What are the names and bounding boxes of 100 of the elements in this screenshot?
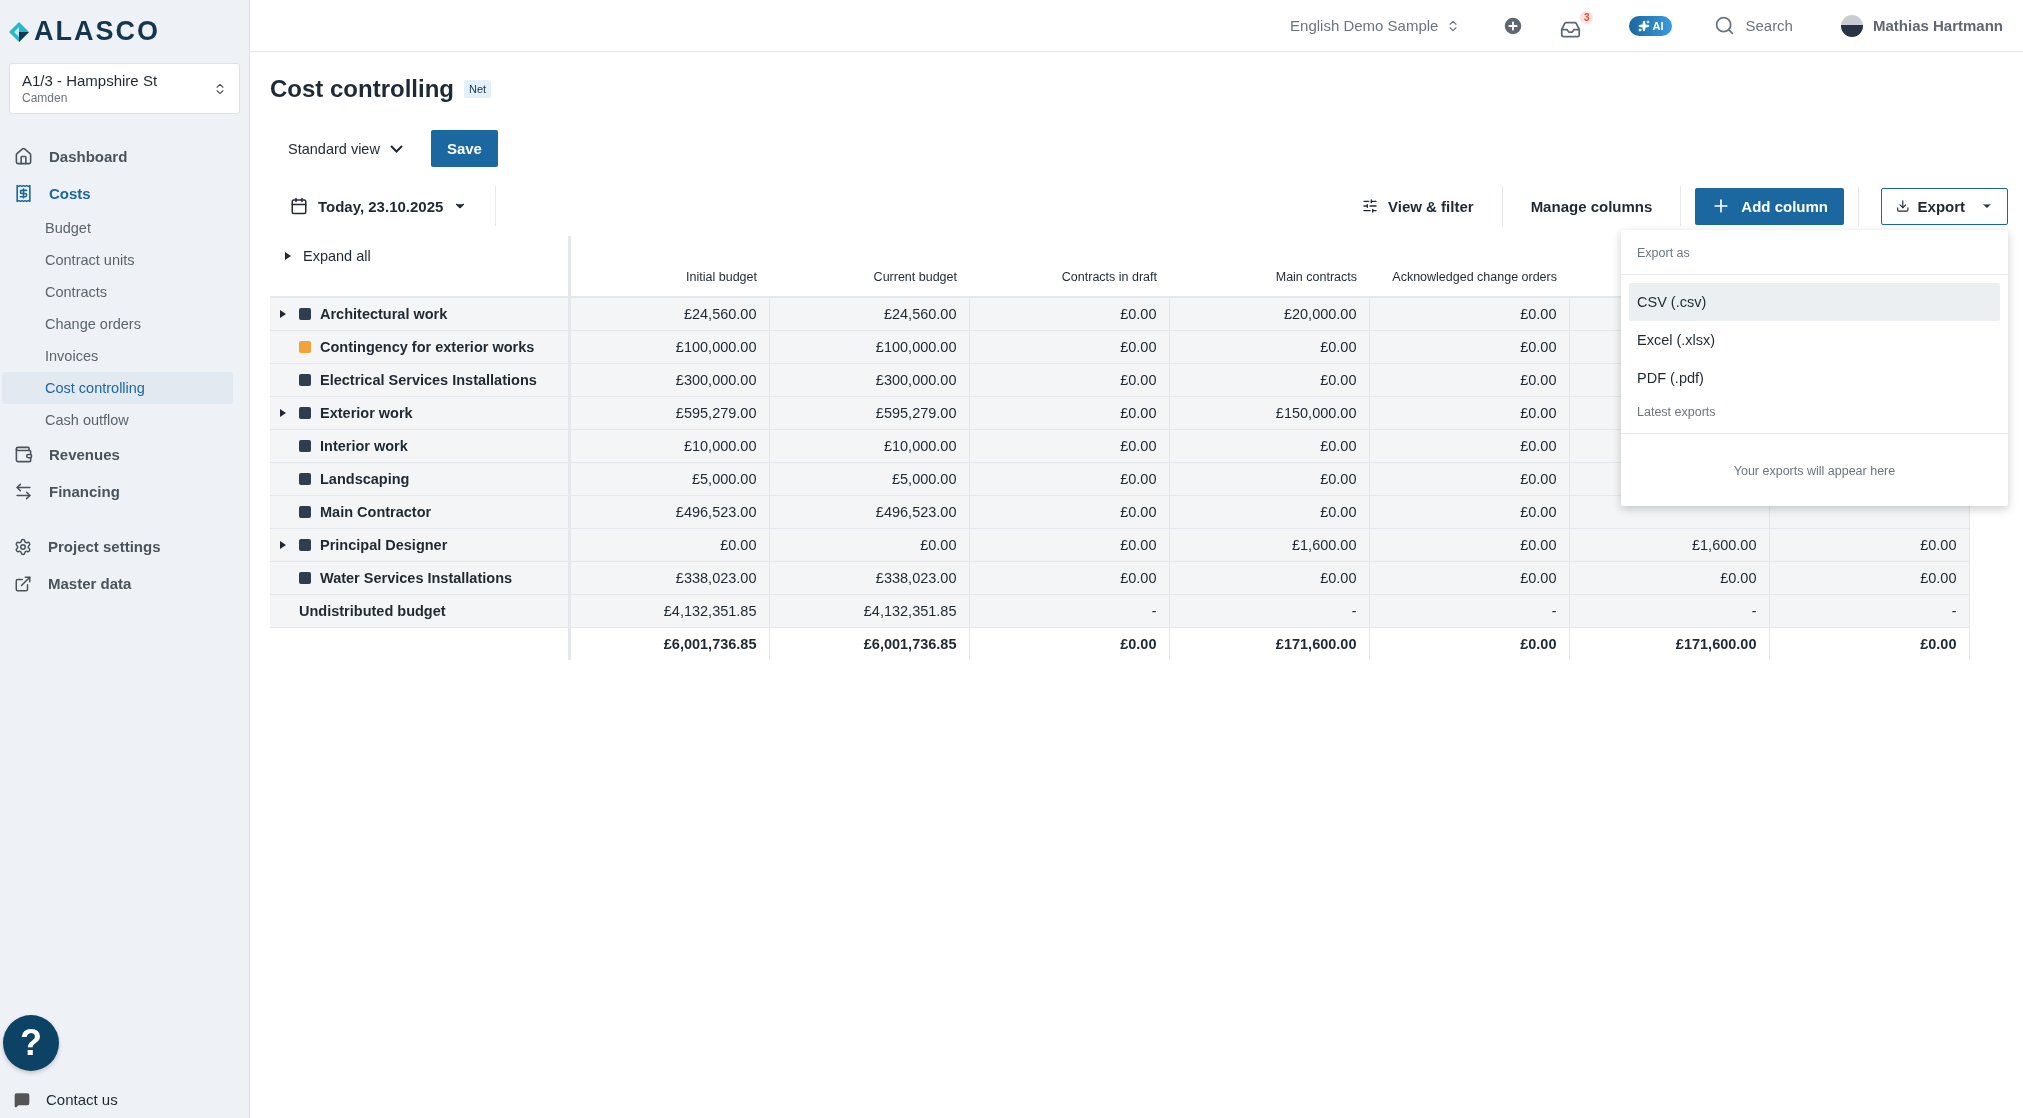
- arrows-icon: [14, 482, 33, 501]
- table-cell: £0.00: [1120, 503, 1157, 520]
- table-cell: -: [1751, 602, 1757, 619]
- table-cell: £0.00: [1120, 569, 1157, 586]
- receipt-icon: [14, 184, 33, 203]
- table-cell: -: [1151, 602, 1157, 619]
- expand-all-button[interactable]: Expand all: [271, 248, 371, 284]
- expand-caret-icon[interactable]: [280, 309, 286, 318]
- project-selector[interactable]: A1/3 - Hampshire St Camden: [9, 63, 240, 114]
- nav-subitem[interactable]: Change orders: [2, 308, 233, 340]
- nav-subitem[interactable]: Contracts: [2, 276, 233, 308]
- user-menu[interactable]: Mathias Hartmann: [1834, 13, 2009, 38]
- nav-item[interactable]: Financing: [0, 473, 249, 510]
- view-selector[interactable]: Standard view: [270, 132, 403, 165]
- table-cell: £0.00: [920, 536, 957, 553]
- table-cell: £0.00: [1120, 635, 1157, 652]
- avatar: [1840, 14, 1863, 37]
- table-cell: £0.00: [1520, 569, 1557, 586]
- row-label: Principal Designer: [320, 536, 448, 553]
- nav-item[interactable]: Project settings: [0, 528, 249, 565]
- table-cell: £171,600.00: [1675, 635, 1757, 652]
- page-title: Cost controlling: [270, 75, 454, 103]
- table-cell: £0.00: [1520, 536, 1557, 553]
- table-cell: £496,523.00: [675, 503, 757, 520]
- table-cell: £6,001,736.85: [663, 635, 757, 652]
- table-cell: £10,000.00: [883, 437, 957, 454]
- row-label: Contingency for exterior works: [320, 338, 535, 355]
- table-cell: £0.00: [1520, 338, 1557, 355]
- workspace-selector[interactable]: English Demo Sample: [1284, 16, 1467, 35]
- nav-item[interactable]: Dashboard: [0, 138, 249, 175]
- table-cell: -: [1351, 602, 1357, 619]
- caret-icon[interactable]: [285, 252, 291, 260]
- table-cell: £0.00: [1320, 437, 1357, 454]
- plus-icon: [1502, 14, 1525, 37]
- table-cell: £171,600.00: [1275, 635, 1357, 652]
- download-icon: [1896, 198, 1910, 214]
- nav-subitem[interactable]: Budget: [2, 212, 233, 244]
- row-label: Electrical Services Installations: [320, 371, 537, 388]
- table-cell: £1,600.00: [1692, 536, 1757, 553]
- date-picker[interactable]: Today, 23.10.2025: [270, 196, 474, 216]
- table-cell: £0.00: [1520, 503, 1557, 520]
- nav-item[interactable]: Revenues: [0, 436, 249, 473]
- table-cell: £24,560.00: [883, 305, 957, 322]
- table-cell: £5,000.00: [692, 470, 757, 487]
- table-cell: £0.00: [1920, 569, 1957, 586]
- table-cell: £0.00: [1520, 371, 1557, 388]
- table-cell: £0.00: [1120, 437, 1157, 454]
- export-button[interactable]: Export: [1881, 187, 2008, 225]
- table-cell: £338,023.00: [675, 569, 757, 586]
- table-cell: £0.00: [1120, 371, 1157, 388]
- menu-item[interactable]: CSV (.csv): [1629, 282, 2000, 321]
- chat-icon: [14, 1091, 30, 1108]
- home-icon: [14, 147, 33, 166]
- table-cell: -: [1551, 602, 1557, 619]
- help-button[interactable]: ?: [3, 1015, 59, 1071]
- ai-button[interactable]: AI: [1629, 15, 1673, 36]
- chevron-down-icon: [389, 144, 403, 153]
- table-cell: £0.00: [1120, 470, 1157, 487]
- nav-item[interactable]: Costs: [0, 175, 249, 212]
- view-filter-button[interactable]: View & filter: [1356, 196, 1480, 216]
- table-cell: £0.00: [1320, 470, 1357, 487]
- nav-item[interactable]: Master data: [0, 565, 249, 602]
- nav-subitem[interactable]: Invoices: [2, 340, 233, 372]
- inbox-icon: [1560, 19, 1582, 40]
- table-cell: £5,000.00: [892, 470, 957, 487]
- table-cell: £0.00: [720, 536, 757, 553]
- search-button[interactable]: Search: [1708, 14, 1799, 37]
- expand-caret-icon[interactable]: [280, 540, 286, 549]
- row-label: Main Contractor: [320, 503, 432, 520]
- table-cell: £100,000.00: [675, 338, 757, 355]
- manage-columns-button[interactable]: Manage columns: [1524, 196, 1659, 216]
- expand-caret-icon[interactable]: [280, 408, 286, 417]
- save-button[interactable]: Save: [430, 130, 498, 167]
- table-cell: £0.00: [1520, 404, 1557, 421]
- menu-heading: Latest exports: [1621, 404, 2008, 434]
- row-label: Landscaping: [320, 470, 410, 487]
- table-cell: £338,023.00: [875, 569, 957, 586]
- row-label: Water Services Installations: [320, 569, 513, 586]
- row-label: Undistributed budget: [299, 602, 446, 619]
- table-cell: £10,000.00: [683, 437, 757, 454]
- table-cell: £0.00: [1120, 536, 1157, 553]
- net-badge: Net: [464, 80, 492, 98]
- table-cell: £595,279.00: [875, 404, 957, 421]
- table-cell: £4,132,351.85: [663, 602, 757, 619]
- nav-subitem[interactable]: Contract units: [2, 244, 233, 276]
- nav-subitem[interactable]: Cost controlling: [2, 372, 233, 404]
- add-button[interactable]: [1502, 14, 1525, 37]
- table-cell: £0.00: [1520, 470, 1557, 487]
- add-column-button[interactable]: Add column: [1695, 187, 1844, 225]
- row-label: Exterior work: [320, 404, 413, 421]
- table-cell: £4,132,351.85: [863, 602, 957, 619]
- menu-heading: Export as: [1621, 229, 2008, 275]
- table-cell: £0.00: [1320, 338, 1357, 355]
- contact-link[interactable]: Contact us: [0, 1091, 249, 1108]
- nav-subitem[interactable]: Cash outflow: [2, 404, 233, 436]
- table-cell: £0.00: [1120, 305, 1157, 322]
- table-cell: £0.00: [1120, 338, 1157, 355]
- row-label: Interior work: [320, 437, 408, 454]
- table-cell: £300,000.00: [875, 371, 957, 388]
- table-cell: £0.00: [1320, 371, 1357, 388]
